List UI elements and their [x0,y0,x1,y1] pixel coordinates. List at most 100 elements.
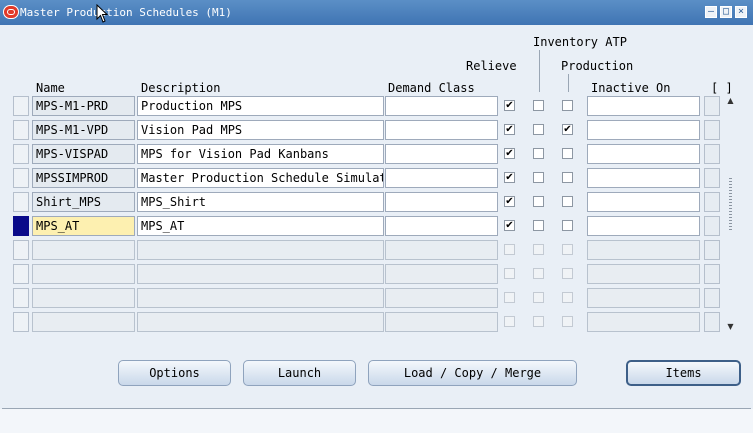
vertical-scrollbar[interactable]: ▲ ▼ [725,96,736,332]
inventory-atp-checkbox[interactable] [533,124,544,135]
row-extra-field[interactable] [704,96,720,116]
demand-class-field[interactable] [385,216,498,236]
inventory-atp-checkbox[interactable] [533,292,544,303]
production-checkbox[interactable] [562,316,573,327]
production-checkbox[interactable] [562,196,573,207]
row-extra-field[interactable] [704,264,720,284]
row-selector[interactable] [13,120,29,140]
inactive-on-field[interactable] [587,96,700,116]
demand-class-field[interactable] [385,312,498,332]
row-selector[interactable] [13,240,29,260]
scroll-down-icon[interactable]: ▼ [725,322,736,332]
inactive-on-field[interactable] [587,312,700,332]
row-selector[interactable] [13,96,29,116]
name-field[interactable]: MPS_AT [32,216,135,236]
inactive-on-field[interactable] [587,168,700,188]
inventory-atp-checkbox[interactable] [533,148,544,159]
production-checkbox[interactable] [562,292,573,303]
description-field[interactable]: Vision Pad MPS [137,120,384,140]
row-selector[interactable] [13,288,29,308]
description-field[interactable]: Production MPS [137,96,384,116]
demand-class-field[interactable] [385,120,498,140]
demand-class-field[interactable] [385,168,498,188]
production-checkbox[interactable] [562,172,573,183]
row-extra-field[interactable] [704,120,720,140]
description-field[interactable]: MPS for Vision Pad Kanbans [137,144,384,164]
name-field[interactable] [32,240,135,260]
relieve-checkbox[interactable] [504,268,515,279]
close-button[interactable]: × [735,6,747,18]
relieve-checkbox[interactable]: ✔ [504,100,515,111]
inactive-on-field[interactable] [587,144,700,164]
inventory-atp-checkbox[interactable] [533,172,544,183]
description-field[interactable] [137,312,384,332]
folder-button[interactable]: [ ] [711,81,733,95]
description-field[interactable] [137,288,384,308]
inactive-on-field[interactable] [587,240,700,260]
name-field[interactable] [32,264,135,284]
inventory-atp-checkbox[interactable] [533,244,544,255]
production-checkbox[interactable] [562,220,573,231]
inactive-on-field[interactable] [587,192,700,212]
relieve-checkbox[interactable]: ✔ [504,220,515,231]
demand-class-field[interactable] [385,192,498,212]
production-checkbox[interactable] [562,148,573,159]
relieve-checkbox[interactable]: ✔ [504,148,515,159]
description-field[interactable]: MPS_Shirt [137,192,384,212]
row-selector[interactable] [13,312,29,332]
name-field[interactable] [32,312,135,332]
row-selector[interactable] [13,216,29,236]
inventory-atp-checkbox[interactable] [533,316,544,327]
name-field[interactable]: MPS-M1-VPD [32,120,135,140]
inventory-atp-checkbox[interactable] [533,196,544,207]
relieve-checkbox[interactable]: ✔ [504,124,515,135]
relieve-checkbox[interactable] [504,316,515,327]
name-field[interactable]: MPS-VISPAD [32,144,135,164]
items-button[interactable]: Items [626,360,741,386]
relieve-checkbox[interactable]: ✔ [504,196,515,207]
production-checkbox[interactable] [562,100,573,111]
name-field[interactable] [32,288,135,308]
inactive-on-field[interactable] [587,288,700,308]
row-selector[interactable] [13,264,29,284]
name-field[interactable]: Shirt_MPS [32,192,135,212]
options-button[interactable]: Options [118,360,231,386]
row-extra-field[interactable] [704,240,720,260]
row-extra-field[interactable] [704,312,720,332]
inventory-atp-checkbox[interactable] [533,268,544,279]
inactive-on-field[interactable] [587,264,700,284]
demand-class-field[interactable] [385,96,498,116]
row-selector[interactable] [13,168,29,188]
scroll-up-icon[interactable]: ▲ [725,96,736,106]
demand-class-field[interactable] [385,240,498,260]
relieve-checkbox[interactable] [504,292,515,303]
row-extra-field[interactable] [704,216,720,236]
relieve-checkbox[interactable]: ✔ [504,172,515,183]
description-field[interactable] [137,240,384,260]
inventory-atp-checkbox[interactable] [533,100,544,111]
demand-class-field[interactable] [385,144,498,164]
name-field[interactable]: MPS-M1-PRD [32,96,135,116]
minimize-button[interactable]: ‒ [705,6,717,18]
row-selector[interactable] [13,144,29,164]
row-selector[interactable] [13,192,29,212]
inactive-on-field[interactable] [587,120,700,140]
production-checkbox[interactable]: ✔ [562,124,573,135]
description-field[interactable]: MPS_AT [137,216,384,236]
row-extra-field[interactable] [704,288,720,308]
production-checkbox[interactable] [562,244,573,255]
row-extra-field[interactable] [704,168,720,188]
demand-class-field[interactable] [385,264,498,284]
row-extra-field[interactable] [704,192,720,212]
demand-class-field[interactable] [385,288,498,308]
description-field[interactable]: Master Production Schedule Simulate [137,168,384,188]
description-field[interactable] [137,264,384,284]
inactive-on-field[interactable] [587,216,700,236]
production-checkbox[interactable] [562,268,573,279]
relieve-checkbox[interactable] [504,244,515,255]
load-copy-merge-button[interactable]: Load / Copy / Merge [368,360,577,386]
name-field[interactable]: MPSSIMPROD [32,168,135,188]
row-extra-field[interactable] [704,144,720,164]
maximize-button[interactable]: □ [720,6,732,18]
inventory-atp-checkbox[interactable] [533,220,544,231]
